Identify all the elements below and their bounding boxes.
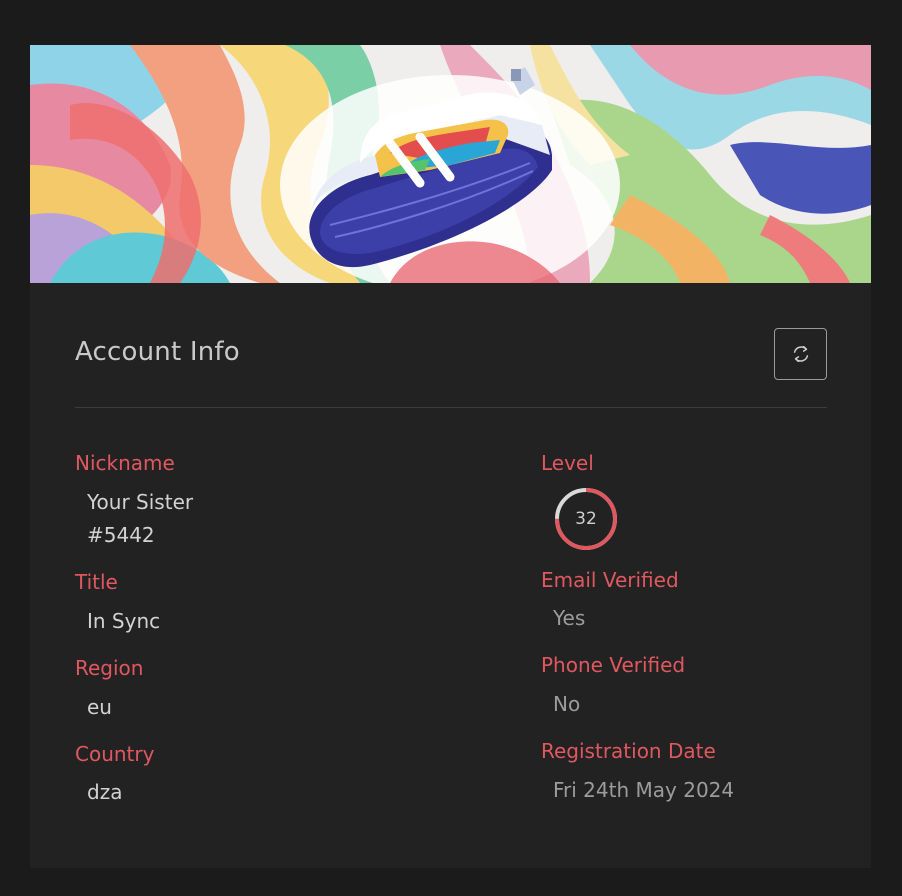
level-value: 32 — [575, 509, 597, 529]
country-value: dza — [87, 780, 123, 804]
phone-verified-value: No — [553, 692, 581, 716]
panel-title: Account Info — [75, 337, 240, 367]
phone-verified-label: Phone Verified — [541, 653, 686, 677]
nickname-tag: #5442 — [87, 523, 155, 547]
title-value: In Sync — [87, 609, 161, 633]
refresh-button[interactable] — [774, 328, 827, 380]
email-verified-value: Yes — [553, 606, 586, 630]
email-verified-label: Email Verified — [541, 568, 679, 592]
country-label: Country — [75, 742, 155, 766]
region-value: eu — [87, 695, 112, 719]
level-label: Level — [541, 451, 594, 475]
nickname-label: Nickname — [75, 451, 175, 475]
title-label: Title — [75, 570, 118, 594]
header-divider — [75, 407, 827, 408]
panel-header: Account Info — [75, 328, 827, 408]
region-label: Region — [75, 656, 144, 680]
registration-date-label: Registration Date — [541, 739, 716, 763]
account-info-card: Account Info Nickname Your Sister #5442 … — [30, 45, 871, 868]
registration-date-value: Fri 24th May 2024 — [553, 778, 735, 802]
nickname-value: Your Sister — [87, 490, 194, 514]
refresh-icon — [793, 345, 808, 363]
sneaker-banner-image — [30, 45, 871, 283]
level-gauge: 32 — [553, 486, 619, 552]
